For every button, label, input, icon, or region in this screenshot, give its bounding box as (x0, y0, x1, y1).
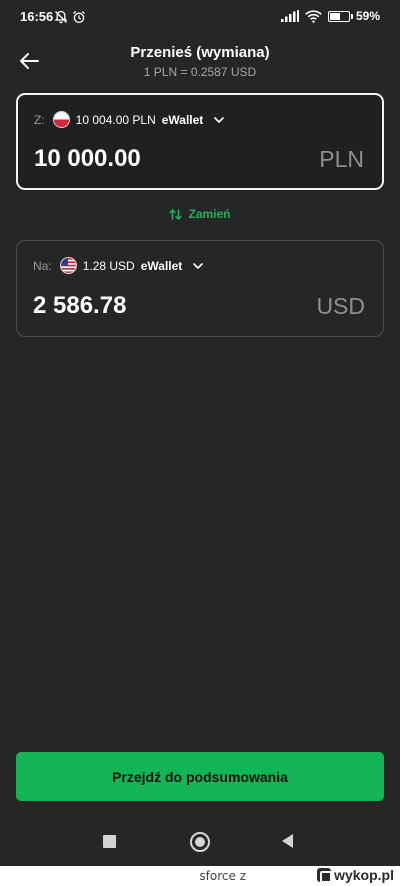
home-circle-icon[interactable] (190, 832, 210, 852)
exchange-rate: 1 PLN = 0.2587 USD (143, 65, 257, 79)
status-right: 59% (280, 9, 380, 23)
swap-arrows-icon (169, 208, 183, 220)
footer-brand-text: wykop.pl (334, 867, 394, 883)
wifi-icon (305, 9, 322, 23)
from-balance: 10 004.00 PLN (75, 112, 156, 127)
recents-square-icon[interactable] (103, 835, 116, 848)
from-wallet: eWallet (161, 112, 204, 127)
to-balance: 1.28 USD (82, 258, 135, 273)
page-title: Przenieś (wymiana) (130, 44, 270, 61)
to-prefix: Na: (33, 258, 52, 273)
status-time: 16:56 (20, 9, 54, 24)
system-nav-bar (0, 824, 400, 860)
from-currency: PLN (319, 146, 364, 172)
continue-summary-button[interactable]: Przejdź do podsumowania (16, 752, 384, 801)
wykop-logo-icon (317, 868, 333, 883)
poland-flag-icon (52, 111, 70, 128)
footer-user: sforce z (199, 869, 246, 883)
to-amount-input[interactable]: 2 586.78 (33, 292, 126, 320)
to-amount-card[interactable]: Na: 1.28 USD eWallet 2 586.78 USD (16, 240, 384, 337)
bell-off-icon (54, 10, 68, 24)
continue-summary-label: Przejdź do podsumowania (112, 768, 288, 785)
watermark-footer: sforce z wykop.pl (0, 866, 400, 886)
from-account-selector[interactable]: Z: 10 004.00 PLN eWallet (34, 111, 226, 128)
app-screen: 16:56 59% Przenieś (wymiana) 1 PLN = 0.2… (0, 0, 400, 866)
from-prefix: Z: (34, 112, 45, 127)
battery-icon (327, 10, 353, 22)
alarm-icon (73, 11, 85, 24)
footer-separator: z (239, 869, 246, 883)
footer-username: sforce (199, 869, 236, 883)
status-left-icons (54, 10, 86, 24)
to-account-selector[interactable]: Na: 1.28 USD eWallet (33, 257, 205, 274)
footer-brand: wykop.pl (317, 867, 394, 883)
usa-flag-icon (59, 257, 77, 274)
from-amount-input[interactable]: 10 000.00 (34, 145, 141, 173)
chevron-down-icon[interactable] (191, 259, 205, 273)
swap-label: Zamień (188, 207, 231, 221)
to-wallet: eWallet (140, 258, 183, 273)
to-currency: USD (316, 293, 365, 319)
chevron-down-icon[interactable] (212, 113, 226, 127)
signal-icon (280, 10, 299, 22)
status-bar: 16:56 59% (0, 0, 400, 36)
from-amount-card[interactable]: Z: 10 004.00 PLN eWallet 10 000.00 PLN (16, 93, 384, 190)
swap-button[interactable]: Zamień (0, 207, 400, 221)
battery-percent: 59% (355, 9, 380, 23)
back-triangle-icon[interactable] (282, 834, 293, 848)
